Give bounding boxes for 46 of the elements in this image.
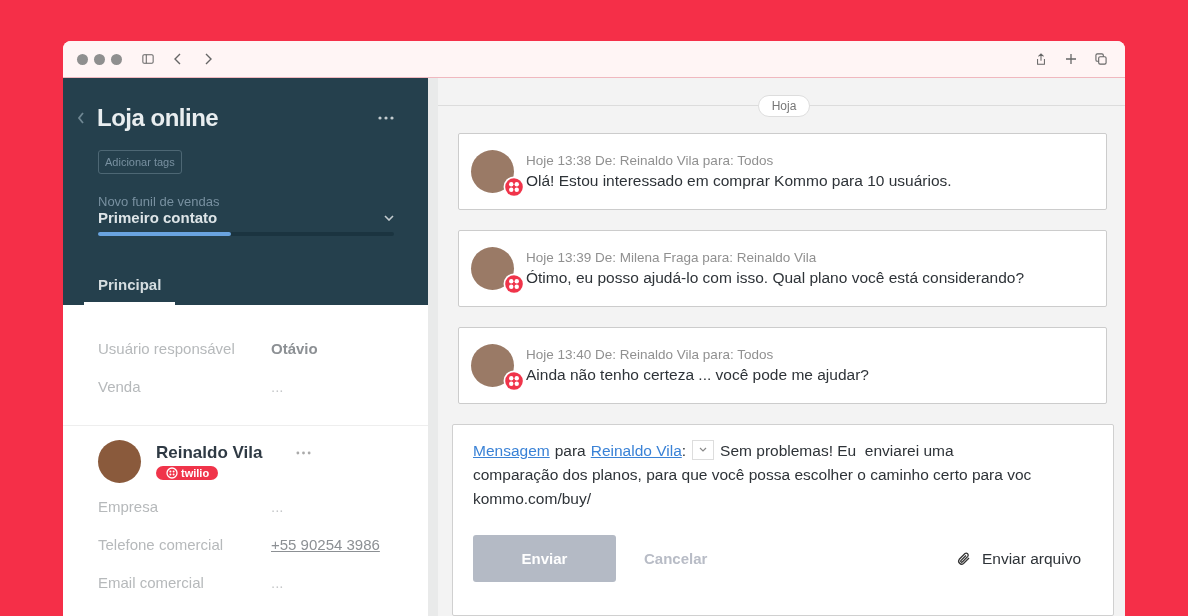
paperclip-icon bbox=[955, 550, 972, 567]
field-value: Otávio bbox=[271, 339, 318, 357]
share-icon[interactable] bbox=[1035, 53, 1047, 65]
pipeline-label: Novo funil de vendas bbox=[98, 194, 221, 209]
twilio-icon bbox=[503, 176, 525, 198]
recipient-link[interactable]: Reinaldo Vila bbox=[590, 442, 682, 459]
message-meta: Hoje 13:38 De: Reinaldo Vila para: Todos bbox=[526, 153, 775, 168]
sidebar-icon[interactable] bbox=[142, 53, 154, 65]
message-line[interactable]: Sem problemas! Eu enviarei uma bbox=[720, 442, 954, 459]
date-divider: Hoja bbox=[757, 94, 811, 117]
tab[interactable]: Principal bbox=[84, 276, 176, 305]
composer-text: para bbox=[554, 442, 586, 459]
window-dot-icon[interactable] bbox=[94, 53, 105, 65]
lead-title: Loja online bbox=[97, 104, 219, 132]
avatar bbox=[98, 440, 141, 483]
field-label: Telefone comercial bbox=[98, 535, 225, 553]
field-label: Venda bbox=[98, 377, 142, 395]
channel-name: twilio bbox=[181, 467, 210, 479]
field-value: ... bbox=[271, 377, 284, 395]
composer-text: : bbox=[681, 442, 687, 459]
chevron-icon[interactable] bbox=[384, 214, 394, 221]
twilio-icon bbox=[503, 370, 525, 392]
back-icon[interactable] bbox=[77, 111, 85, 125]
stage-dropdown[interactable]: Primeiro contato bbox=[98, 209, 218, 226]
message-meta: Hoje 13:39 De: Milena Fraga para: Reinaldo Vila bbox=[526, 250, 818, 265]
contact-name[interactable]: Reinaldo Vila bbox=[156, 443, 263, 463]
message-text: Olá! Estou interessado em comprar Kommo para 10 usuários. bbox=[526, 172, 952, 190]
field-label: Empresa bbox=[98, 497, 160, 515]
window-dot-icon[interactable] bbox=[77, 53, 88, 65]
more-icon[interactable] bbox=[378, 116, 394, 120]
message-text: Ainda não tenho certeza ... você pode me ajudar? bbox=[526, 366, 869, 384]
field-label: Email comercial bbox=[98, 573, 205, 591]
twilio-icon bbox=[166, 467, 178, 479]
field-value: ... bbox=[271, 497, 284, 515]
window-dot-icon[interactable] bbox=[111, 53, 122, 65]
field-value: ... bbox=[271, 573, 284, 591]
message-meta: Hoje 13:40 De: Reinaldo Vila para: Todos bbox=[526, 347, 775, 362]
field-label: Usuário responsável bbox=[98, 339, 236, 357]
message-type-link[interactable]: Mensagem bbox=[473, 442, 550, 459]
message-url[interactable]: kommo.com/buy/ bbox=[473, 490, 591, 507]
message-text: Ótimo, eu posso ajudá-lo com isso. Qual plano você está considerando? bbox=[526, 269, 1024, 287]
plus-icon[interactable] bbox=[1065, 53, 1077, 65]
tabs-icon[interactable] bbox=[1095, 53, 1107, 65]
message-line[interactable]: comparação dos planos, para que você possa escolher o caminho certo para voc bbox=[473, 466, 1032, 483]
attach-file-button[interactable]: Enviar arquivo bbox=[949, 548, 1087, 569]
twilio-icon bbox=[503, 273, 525, 295]
